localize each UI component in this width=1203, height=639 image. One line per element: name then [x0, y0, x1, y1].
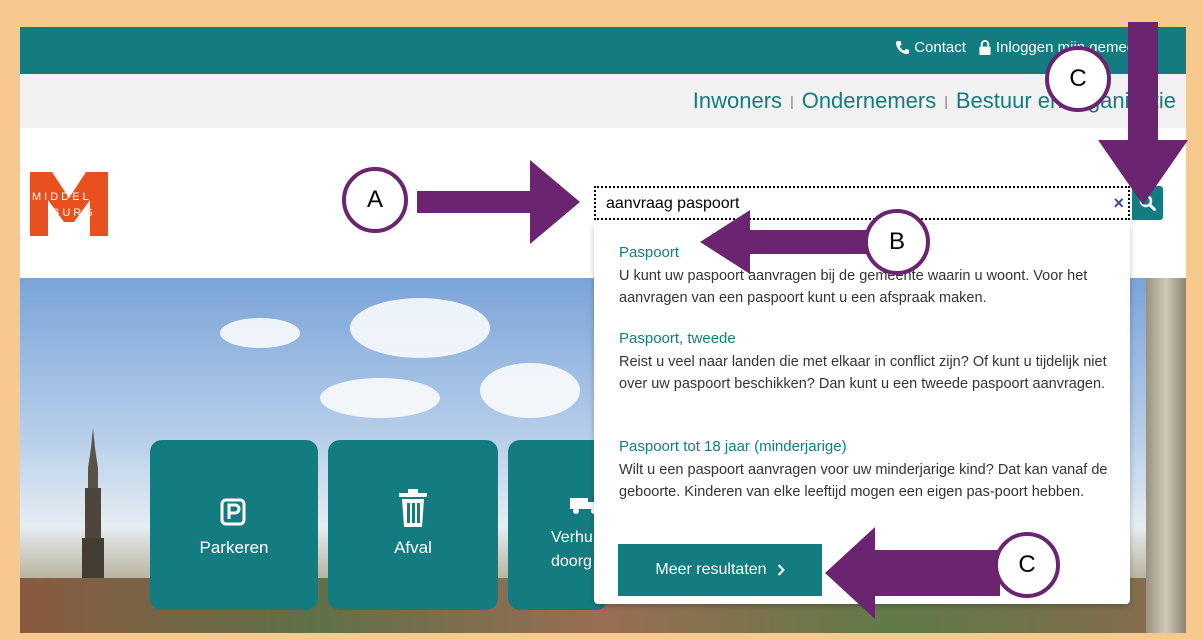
annotation-label-c-top: C: [1045, 46, 1111, 112]
result-description: U kunt uw paspoort aanvragen bij de geme…: [619, 268, 1088, 306]
top-bar: Contact Inloggen mijn gemeente: [20, 27, 1186, 74]
logo-top-text: MIDDEL: [32, 191, 92, 203]
more-results-button[interactable]: Meer resultaten: [618, 544, 822, 596]
search-button[interactable]: [1132, 186, 1163, 220]
main-nav: Inwoners | Ondernemers | Bestuur en orga…: [20, 74, 1186, 128]
logo-bottom-text: BURG: [52, 207, 96, 219]
result-item[interactable]: Paspoort U kunt uw paspoort aanvragen bi…: [619, 244, 1109, 309]
annotation-label-c-bottom: C: [994, 532, 1060, 598]
parking-icon: [220, 498, 246, 526]
tile-parkeren[interactable]: Parkeren: [150, 440, 318, 610]
contact-label: Contact: [914, 39, 966, 56]
clear-search-icon[interactable]: ×: [1113, 193, 1124, 214]
result-description: Wilt u een paspoort aanvragen voor uw mi…: [619, 462, 1108, 500]
middelburg-logo[interactable]: MIDDEL BURG: [30, 172, 108, 236]
result-title[interactable]: Paspoort, tweede: [619, 330, 1109, 347]
more-results-label: Meer resultaten: [655, 561, 767, 578]
trash-icon: [399, 489, 427, 527]
tile-label: Afval: [394, 538, 432, 557]
nav-separator: |: [944, 93, 948, 109]
annotation-label-b: B: [864, 209, 930, 275]
result-title[interactable]: Paspoort tot 18 jaar (minderjarige): [619, 438, 1109, 455]
result-item[interactable]: Paspoort tot 18 jaar (minderjarige) Wilt…: [619, 438, 1109, 503]
search-field[interactable]: ×: [594, 186, 1130, 220]
phone-icon: [896, 40, 910, 55]
contact-link[interactable]: Contact: [895, 39, 966, 56]
result-item[interactable]: Paspoort, tweede Reist u veel naar lande…: [619, 330, 1109, 395]
tile-label-line1: Verhu: [551, 529, 593, 546]
nav-item-ondernemers[interactable]: Ondernemers: [802, 88, 937, 114]
result-description: Reist u veel naar landen die met elkaar …: [619, 354, 1107, 392]
nav-item-inwoners[interactable]: Inwoners: [693, 88, 782, 114]
search-icon: [1139, 194, 1156, 211]
chevron-right-icon: [777, 564, 785, 576]
stone-statue-image: [1146, 278, 1186, 633]
search-input[interactable]: [604, 189, 1098, 219]
lock-icon: [979, 40, 991, 55]
tile-label: Parkeren: [199, 538, 269, 557]
annotation-label-a: A: [342, 167, 408, 233]
tile-afval[interactable]: Afval: [328, 440, 498, 610]
tile-label-line2: doorg: [551, 553, 592, 570]
nav-separator: |: [790, 93, 794, 109]
tile-verhuizen[interactable]: Verhu doorg: [508, 440, 608, 610]
